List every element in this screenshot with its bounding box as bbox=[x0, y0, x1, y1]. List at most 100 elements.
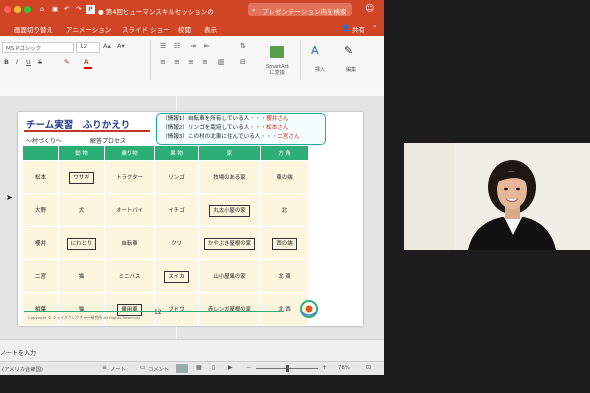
powerpoint-icon: P bbox=[86, 5, 95, 14]
insert-textbox-icon[interactable]: A bbox=[311, 44, 319, 57]
fit-slide-icon[interactable]: ⊡ bbox=[366, 364, 371, 371]
powerpoint-window: ⌂ ▣ ↶ ↷ P ● 第4回ヒューマンスキルセッションの ⌕ プレゼンテーショ… bbox=[0, 0, 384, 393]
table-cell: リンゴ bbox=[154, 160, 199, 194]
table-cell: トラクター bbox=[104, 160, 155, 194]
company-logo-icon bbox=[300, 300, 318, 318]
language-status[interactable]: (アメリカ合衆国) bbox=[2, 365, 43, 373]
boxed-answer: にわとり bbox=[66, 238, 97, 250]
zoom-out-icon[interactable]: − bbox=[246, 364, 251, 371]
info-dots: ・・・ bbox=[249, 125, 267, 131]
window-bottom-edge bbox=[0, 375, 384, 393]
minimize-window-icon[interactable] bbox=[14, 6, 21, 13]
indent-icon[interactable]: ⇥ bbox=[190, 42, 196, 50]
home-icon[interactable]: ⌂ bbox=[40, 5, 44, 13]
tab-slideshow[interactable]: スライド ショー bbox=[122, 24, 170, 34]
table-cell: かやぶき屋根の家 bbox=[198, 226, 261, 260]
font-color-bar bbox=[84, 67, 92, 69]
smartart-icon[interactable] bbox=[270, 46, 284, 58]
comments-icon[interactable]: ▭ bbox=[140, 364, 146, 371]
tab-review[interactable]: 校閲 bbox=[178, 24, 191, 34]
info-name: 櫻井さん bbox=[266, 116, 289, 122]
table-row: 大野 犬 オートバイ イチゴ 丸太小屋の家 北 bbox=[22, 193, 309, 227]
cell-text: イチゴ bbox=[168, 208, 185, 214]
maximize-window-icon[interactable] bbox=[24, 6, 31, 13]
table-cell: スイカ bbox=[154, 259, 199, 293]
notes-icon[interactable]: ≡ bbox=[102, 364, 107, 371]
decrease-font-icon[interactable]: A▾ bbox=[117, 42, 125, 50]
tab-animations[interactable]: アニメーション bbox=[66, 24, 111, 34]
table-cell: 丸太小屋の家 bbox=[198, 193, 261, 227]
boxed-answer: 西の端 bbox=[272, 238, 297, 250]
zoom-level[interactable]: 78% bbox=[338, 365, 350, 371]
table-cell: クリ bbox=[154, 226, 199, 260]
increase-font-icon[interactable]: A▴ bbox=[103, 42, 111, 50]
slide-sorter-icon[interactable]: ▦ bbox=[196, 364, 202, 371]
bold-icon[interactable]: B bbox=[4, 58, 9, 66]
align-center-icon[interactable]: ≡ bbox=[174, 58, 180, 66]
comments-button[interactable]: コメント bbox=[148, 365, 169, 373]
notes-pane[interactable]: ノートを入力 bbox=[0, 339, 384, 362]
font-size-select[interactable]: 12 bbox=[76, 42, 100, 53]
font-color-icon[interactable]: A bbox=[84, 58, 88, 66]
share-button[interactable]: 共有 bbox=[352, 24, 365, 34]
slide-title: チーム実習 ふりかえり bbox=[26, 120, 131, 131]
cell-text: 牧場のある家 bbox=[213, 175, 246, 181]
info-line: （情報3）この村の北東に住んでいる人・・・二宮さん bbox=[162, 133, 300, 142]
slideshow-icon[interactable]: ▶ bbox=[228, 364, 233, 371]
table-cell: 北 bbox=[260, 193, 309, 227]
share-icon[interactable]: 👤 bbox=[342, 24, 350, 32]
text-direction-icon[interactable]: ⇅ bbox=[240, 42, 246, 50]
justify-icon[interactable]: ≡ bbox=[202, 58, 208, 66]
ribbon-divider bbox=[300, 40, 301, 80]
table-header: 果 物 bbox=[154, 145, 199, 161]
edit-icon[interactable]: ✎ bbox=[344, 44, 353, 57]
info-box: （情報1）自転車を所有している人・・・櫻井さん （情報2）リンゴを栽培している人… bbox=[156, 113, 326, 145]
normal-view-icon[interactable] bbox=[176, 364, 188, 373]
bullets-icon[interactable]: ☰ bbox=[160, 42, 166, 50]
table-cell: 猫 bbox=[58, 259, 105, 293]
align-text-icon[interactable]: ⊟ bbox=[240, 58, 246, 66]
info-dots: ・・・ bbox=[249, 116, 267, 122]
search-placeholder: プレゼンテーション内を検索 bbox=[262, 8, 347, 16]
save-icon[interactable]: ▣ bbox=[52, 5, 58, 13]
undo-icon[interactable]: ↶ bbox=[64, 5, 69, 13]
numbering-icon[interactable]: ☷ bbox=[174, 42, 180, 50]
table-cell: 北 東 bbox=[260, 259, 309, 293]
highlight-icon[interactable]: ✎ bbox=[64, 58, 69, 66]
table-cell: イチゴ bbox=[154, 193, 199, 227]
italic-icon[interactable]: I bbox=[16, 58, 18, 66]
tab-transitions[interactable]: 画面切り替え bbox=[14, 24, 53, 34]
table-cell: 東の端 bbox=[260, 160, 309, 194]
cell-text: ミニバス bbox=[118, 274, 141, 280]
zoom-in-icon[interactable]: + bbox=[322, 364, 327, 371]
align-left-icon[interactable]: ≡ bbox=[160, 58, 166, 66]
slide[interactable]: チーム実習 ふりかえり ～村づくり～ 解答プロセス （情報1）自転車を所有してい… bbox=[18, 112, 363, 326]
search-icon: ⌕ bbox=[252, 6, 256, 14]
columns-icon[interactable]: ▥ bbox=[218, 58, 225, 66]
cell-text: オートバイ bbox=[116, 208, 143, 214]
outdent-icon[interactable]: ⇤ bbox=[204, 42, 210, 50]
info-text: （情報1）自転車を所有している人 bbox=[162, 116, 250, 122]
tab-view[interactable]: 表示 bbox=[204, 24, 217, 34]
collapse-ribbon-icon[interactable]: ⌃ bbox=[372, 24, 377, 32]
zoom-slider-handle[interactable] bbox=[286, 365, 289, 372]
strikethrough-icon[interactable]: S bbox=[38, 58, 42, 66]
underline-icon[interactable]: U bbox=[26, 58, 31, 66]
cell-text: リンゴ bbox=[168, 175, 185, 181]
cell-text: 猫 bbox=[78, 307, 85, 313]
redo-icon[interactable]: ↷ bbox=[76, 5, 81, 13]
font-name-select[interactable]: MS Pゴシック bbox=[2, 42, 74, 53]
table-row: 松本 ウサギ トラクター リンゴ 牧場のある家 東の端 bbox=[22, 160, 309, 194]
info-text: （情報3）この村の北東に住んでいる人 bbox=[162, 134, 261, 140]
smiley-icon[interactable]: ☺ bbox=[365, 4, 374, 14]
search-box[interactable]: ⌕ プレゼンテーション内を検索 bbox=[248, 3, 352, 16]
align-right-icon[interactable]: ≡ bbox=[188, 58, 194, 66]
edit-label: 編集 bbox=[346, 67, 357, 73]
table-header-row: 動 物 乗り物 果 物 家 方 角 bbox=[22, 145, 309, 161]
close-window-icon[interactable] bbox=[4, 6, 11, 13]
document-title: ● 第4回ヒューマンスキルセッションの bbox=[98, 8, 214, 16]
table-cell: 赤レンガ屋根の家 bbox=[198, 292, 261, 326]
reading-view-icon[interactable]: ▯ bbox=[212, 364, 215, 371]
row-name: 櫻井 bbox=[22, 226, 59, 260]
notes-button[interactable]: ノート bbox=[110, 365, 126, 373]
